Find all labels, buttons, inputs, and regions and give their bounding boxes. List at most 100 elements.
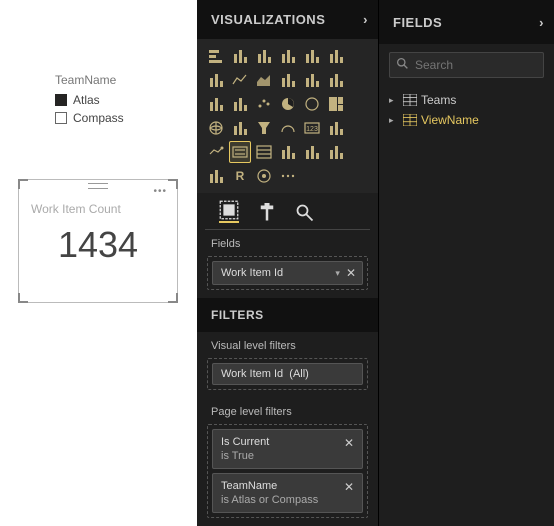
legend-item[interactable]: Compass: [55, 111, 124, 125]
chevron-down-icon[interactable]: ▾: [335, 268, 340, 279]
search-input[interactable]: [415, 58, 554, 72]
viz-r-visual-icon[interactable]: [301, 141, 323, 163]
legend-item[interactable]: Atlas: [55, 93, 124, 107]
resize-handle[interactable]: [168, 179, 178, 189]
viz-multi-card-icon[interactable]: [325, 117, 347, 139]
close-icon[interactable]: ✕: [342, 436, 356, 462]
fields-pane: FIELDS › ▸ Teams ▸ ViewName: [378, 0, 554, 526]
viz-line-clustered-icon[interactable]: [325, 69, 347, 91]
page-filter-card[interactable]: TeamName is Atlas or Compass✕: [212, 473, 363, 513]
legend: TeamName Atlas Compass: [55, 73, 124, 129]
filter-label: Work Item Id (All): [221, 368, 358, 380]
close-icon[interactable]: ✕: [344, 266, 358, 280]
fields-mode-icon[interactable]: [219, 203, 239, 223]
chevron-right-icon[interactable]: ›: [539, 15, 544, 30]
card-visual[interactable]: ••• Work Item Count 1434: [18, 179, 178, 303]
viz-ribbon-icon[interactable]: [205, 93, 227, 115]
filter-condition: is Atlas or Compass: [221, 494, 342, 506]
viz-clustered-bar-icon[interactable]: [253, 45, 275, 67]
viz-arcgis-icon[interactable]: [253, 165, 275, 187]
svg-text:123: 123: [306, 126, 318, 133]
table-row[interactable]: ▸ ViewName: [389, 110, 544, 130]
viz-r-script-icon[interactable]: [325, 141, 347, 163]
chevron-right-icon[interactable]: ›: [363, 12, 368, 27]
viz-scatter-icon[interactable]: [253, 93, 275, 115]
swatch-icon: [55, 94, 67, 106]
viz-gauge-icon[interactable]: [277, 117, 299, 139]
viz-waterfall-icon[interactable]: [229, 93, 251, 115]
search-box[interactable]: [389, 52, 544, 78]
viz-stacked-area-icon[interactable]: [277, 69, 299, 91]
pill-label: Work Item Id: [221, 267, 331, 279]
table-name: Teams: [421, 93, 456, 107]
table-icon: [403, 94, 417, 106]
visual-filters-label: Visual level filters: [197, 332, 378, 356]
viz-matrix-icon[interactable]: [277, 141, 299, 163]
legend-title: TeamName: [55, 73, 124, 87]
viz-clustered-column-icon[interactable]: [277, 45, 299, 67]
viz-area-icon[interactable]: [253, 69, 275, 91]
card-value: 1434: [19, 224, 177, 266]
fields-pane-header[interactable]: FIELDS ›: [379, 0, 554, 44]
viz-map-icon[interactable]: [205, 117, 227, 139]
drag-handle[interactable]: [88, 183, 108, 189]
viz-more-icon[interactable]: [277, 165, 299, 187]
header-label: FIELDS: [393, 15, 442, 30]
mode-tabs: [205, 193, 370, 230]
caret-right-icon: ▸: [389, 115, 399, 126]
table-row[interactable]: ▸ Teams: [389, 90, 544, 110]
format-mode-icon[interactable]: [257, 203, 277, 223]
analytics-mode-icon[interactable]: [295, 203, 315, 223]
viz-line-icon[interactable]: [229, 69, 251, 91]
search-icon: [396, 57, 409, 73]
fields-tree: ▸ Teams ▸ ViewName: [379, 86, 554, 134]
more-icon[interactable]: •••: [153, 186, 167, 197]
viz-pane-header[interactable]: VISUALIZATIONS ›: [197, 0, 378, 39]
viz-r-icon[interactable]: R: [229, 165, 251, 187]
table-icon: [403, 114, 417, 126]
viz-stacked-column-icon[interactable]: [229, 45, 251, 67]
viz-funnel-icon[interactable]: [253, 117, 275, 139]
legend-label: Atlas: [73, 93, 100, 107]
card-title: Work Item Count: [31, 202, 177, 216]
viz-kpi-icon[interactable]: [205, 141, 227, 163]
visualizations-pane: VISUALIZATIONS › 123 R Fields Work Item I…: [197, 0, 378, 526]
viz-card-icon[interactable]: 123: [301, 117, 323, 139]
viz-type-grid: 123 R: [197, 39, 378, 193]
page-filters-label: Page level filters: [197, 398, 378, 422]
table-name: ViewName: [421, 113, 479, 127]
fields-label: Fields: [197, 230, 378, 254]
legend-label: Compass: [73, 111, 124, 125]
viz-slicer-icon[interactable]: [229, 141, 251, 163]
viz-matrix2-icon[interactable]: [205, 165, 227, 187]
page-filters-well[interactable]: Is Currentis True✕TeamNameis Atlas or Co…: [207, 424, 368, 518]
svg-text:R: R: [236, 169, 245, 183]
viz-table-icon[interactable]: [253, 141, 275, 163]
resize-handle[interactable]: [18, 293, 28, 303]
viz-clustered-bar2-icon[interactable]: [205, 69, 227, 91]
header-label: VISUALIZATIONS: [211, 12, 325, 27]
viz-treemap-icon[interactable]: [325, 93, 347, 115]
visual-filters-well[interactable]: Work Item Id (All): [207, 358, 368, 390]
viz-stacked-bar-icon[interactable]: [205, 45, 227, 67]
viz-hundred-bar-icon[interactable]: [301, 45, 323, 67]
resize-handle[interactable]: [18, 179, 28, 189]
viz-donut-icon[interactable]: [301, 93, 323, 115]
viz-filled-map-icon[interactable]: [229, 117, 251, 139]
viz-pie-icon[interactable]: [277, 93, 299, 115]
fields-well[interactable]: Work Item Id ▾ ✕: [207, 256, 368, 290]
caret-right-icon: ▸: [389, 95, 399, 106]
filter-pill[interactable]: Work Item Id (All): [212, 363, 363, 385]
page-filter-card[interactable]: Is Current is True✕: [212, 429, 363, 469]
field-pill[interactable]: Work Item Id ▾ ✕: [212, 261, 363, 285]
viz-line-stacked-icon[interactable]: [301, 69, 323, 91]
filter-name: Is Current: [221, 436, 342, 448]
resize-handle[interactable]: [168, 293, 178, 303]
viz-hundred-column-icon[interactable]: [325, 45, 347, 67]
filters-header: FILTERS: [197, 298, 378, 332]
filter-condition: is True: [221, 450, 342, 462]
swatch-icon: [55, 112, 67, 124]
close-icon[interactable]: ✕: [342, 480, 356, 506]
report-canvas[interactable]: TeamName Atlas Compass ••• Work Item Cou…: [0, 0, 197, 526]
filter-name: TeamName: [221, 480, 342, 492]
